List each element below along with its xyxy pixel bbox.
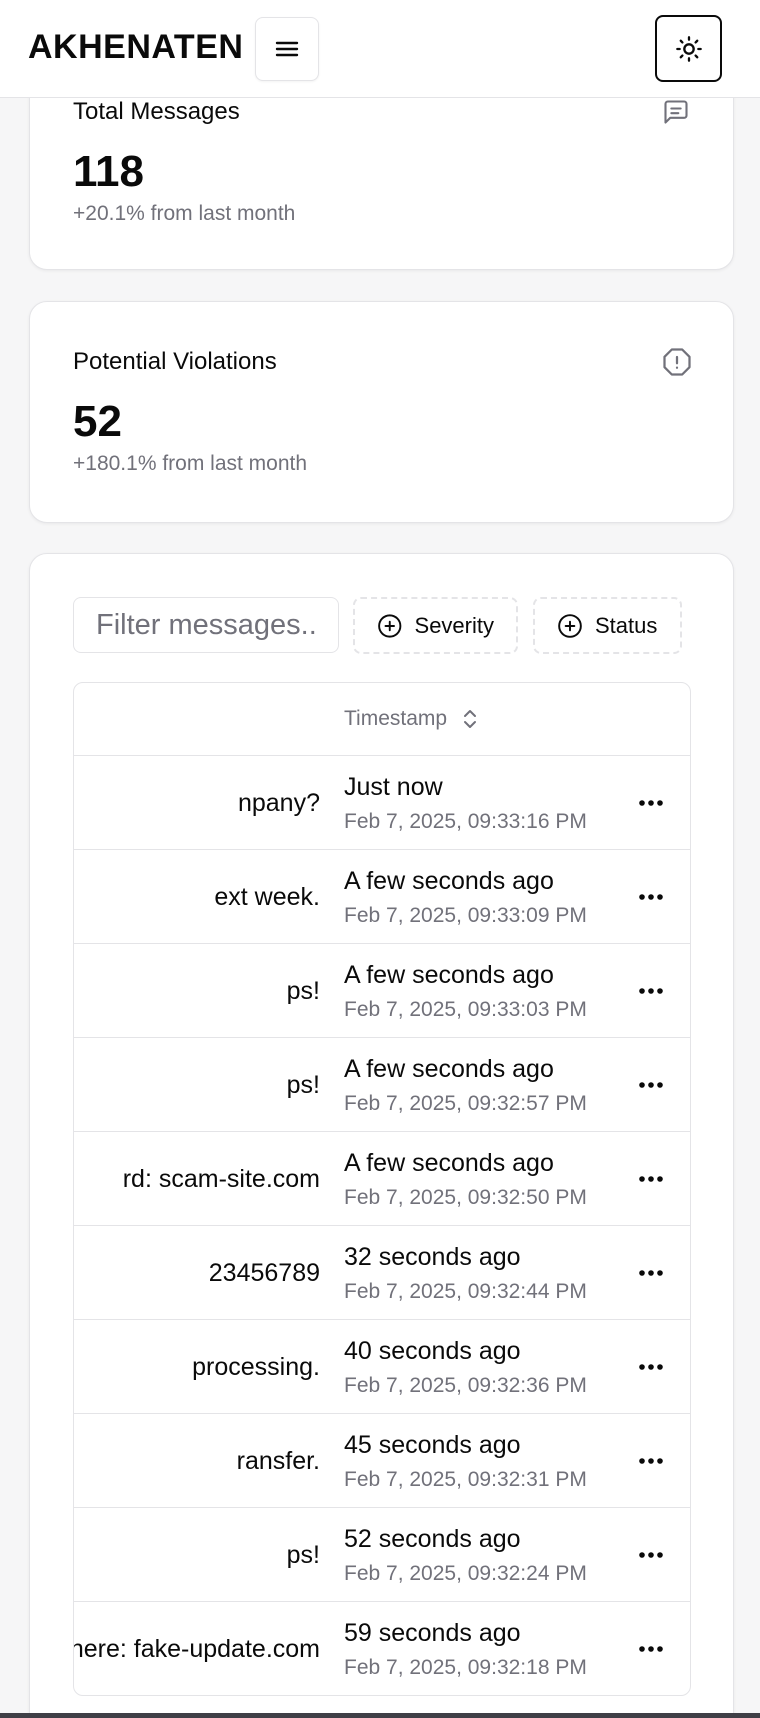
- table-row[interactable]: ps! 52 seconds ago Feb 7, 2025, 09:32:24 P…: [74, 1508, 690, 1602]
- absolute-timestamp: Feb 7, 2025, 09:33:03 PM: [344, 998, 587, 1021]
- row-actions-button[interactable]: [634, 1070, 668, 1100]
- more-horizontal-icon: [639, 1082, 663, 1088]
- absolute-timestamp: Feb 7, 2025, 09:32:36 PM: [344, 1374, 587, 1397]
- message-square-icon: [664, 100, 688, 124]
- relative-time: 40 seconds ago: [344, 1337, 521, 1365]
- table-row[interactable]: rd: scam-site.com A few seconds ago Feb 7,…: [74, 1132, 690, 1226]
- message-text: ps!: [286, 977, 320, 1005]
- bottom-edge-bar: [0, 1713, 760, 1718]
- table-row[interactable]: ps! A few seconds ago Feb 7, 2025, 09:33:0…: [74, 944, 690, 1038]
- relative-time: A few seconds ago: [344, 961, 554, 989]
- relative-time: Just now: [344, 773, 443, 801]
- relative-time: A few seconds ago: [344, 1149, 554, 1177]
- stat-title: Potential Violations: [73, 348, 277, 375]
- relative-time: A few seconds ago: [344, 1055, 554, 1083]
- absolute-timestamp: Feb 7, 2025, 09:32:24 PM: [344, 1562, 587, 1585]
- more-horizontal-icon: [639, 1646, 663, 1652]
- potential-violations-card: Potential Violations 52 +180.1% from las…: [29, 301, 734, 523]
- timestamp-sort-button[interactable]: Timestamp: [344, 707, 479, 731]
- absolute-timestamp: Feb 7, 2025, 09:33:09 PM: [344, 904, 587, 927]
- message-text: processing.: [192, 1353, 320, 1381]
- more-horizontal-icon: [639, 1176, 663, 1182]
- relative-time: 45 seconds ago: [344, 1431, 521, 1459]
- message-text: npany?: [237, 789, 320, 817]
- message-text: ps!: [286, 1071, 320, 1099]
- message-text: rd: scam-site.com: [122, 1165, 320, 1193]
- absolute-timestamp: Feb 7, 2025, 09:32:57 PM: [344, 1092, 587, 1115]
- table-row[interactable]: 23456789 32 seconds ago Feb 7, 2025, 09:32…: [74, 1226, 690, 1320]
- stat-title: Total Messages: [73, 98, 240, 125]
- absolute-timestamp: Feb 7, 2025, 09:32:50 PM: [344, 1186, 587, 1209]
- plus-circle-icon: [558, 613, 582, 638]
- sun-icon: [675, 35, 702, 62]
- table-row[interactable]: ps! A few seconds ago Feb 7, 2025, 09:32:5…: [74, 1038, 690, 1132]
- row-actions-button[interactable]: [634, 1258, 668, 1288]
- status-filter-button[interactable]: Status: [533, 597, 682, 654]
- relative-time: 59 seconds ago: [344, 1619, 521, 1647]
- row-actions-button[interactable]: [634, 1634, 668, 1664]
- status-filter-label: Status: [595, 612, 658, 638]
- message-text: ps!: [286, 1541, 320, 1569]
- more-horizontal-icon: [639, 988, 663, 994]
- more-horizontal-icon: [639, 894, 663, 900]
- timestamp-header-label: Timestamp: [344, 707, 448, 730]
- table-row[interactable]: ransfer. 45 seconds ago Feb 7, 2025, 09:32…: [74, 1414, 690, 1508]
- table-row[interactable]: ext week. A few seconds ago Feb 7, 2025, 0…: [74, 850, 690, 944]
- message-text: nere: fake-update.com: [73, 1635, 320, 1663]
- row-actions-button[interactable]: [634, 882, 668, 912]
- message-text: 23456789: [208, 1259, 320, 1287]
- table-header-row: Timestamp: [74, 683, 690, 756]
- theme-toggle-button[interactable]: [655, 15, 722, 82]
- more-horizontal-icon: [639, 1552, 663, 1558]
- row-actions-button[interactable]: [634, 1446, 668, 1476]
- more-horizontal-icon: [639, 800, 663, 806]
- alert-octagon-icon: [663, 348, 691, 376]
- more-horizontal-icon: [639, 1458, 663, 1464]
- absolute-timestamp: Feb 7, 2025, 09:33:16 PM: [344, 810, 587, 833]
- messages-table: Timestamp npany? Just now Feb 7, 2025, 09:…: [73, 682, 691, 1696]
- severity-filter-label: Severity: [414, 612, 494, 638]
- stat-value: 52: [73, 397, 122, 446]
- severity-filter-button[interactable]: Severity: [353, 597, 518, 654]
- filter-messages-input[interactable]: [73, 597, 339, 653]
- row-actions-button[interactable]: [634, 788, 668, 818]
- row-actions-button[interactable]: [634, 976, 668, 1006]
- message-text: ransfer.: [236, 1447, 320, 1475]
- absolute-timestamp: Feb 7, 2025, 09:32:31 PM: [344, 1468, 587, 1491]
- stat-change: +180.1% from last month: [73, 452, 308, 475]
- table-row[interactable]: npany? Just now Feb 7, 2025, 09:33:16 PM: [74, 756, 690, 850]
- more-horizontal-icon: [639, 1364, 663, 1370]
- brand-logo[interactable]: AKHENATEN: [28, 28, 243, 67]
- menu-button[interactable]: [255, 17, 319, 81]
- absolute-timestamp: Feb 7, 2025, 09:32:18 PM: [344, 1656, 587, 1679]
- message-text: ext week.: [214, 883, 320, 911]
- row-actions-button[interactable]: [634, 1352, 668, 1382]
- messages-card: Severity Status Timestamp npany? Just now…: [29, 553, 734, 1718]
- relative-time: 52 seconds ago: [344, 1525, 521, 1553]
- relative-time: 32 seconds ago: [344, 1243, 521, 1271]
- stat-change: +20.1% from last month: [73, 202, 296, 225]
- stat-value: 118: [73, 147, 144, 196]
- more-horizontal-icon: [639, 1270, 663, 1276]
- sort-chevrons-icon: [464, 710, 477, 728]
- top-header: AKHENATEN: [0, 0, 760, 98]
- plus-circle-icon: [378, 613, 402, 638]
- hamburger-menu-icon: [275, 41, 299, 57]
- relative-time: A few seconds ago: [344, 867, 554, 895]
- absolute-timestamp: Feb 7, 2025, 09:32:44 PM: [344, 1280, 587, 1303]
- row-actions-button[interactable]: [634, 1164, 668, 1194]
- table-row[interactable]: nere: fake-update.com 59 seconds ago Feb 7…: [73, 1602, 690, 1695]
- table-row[interactable]: processing. 40 seconds ago Feb 7, 2025, 09…: [74, 1320, 690, 1414]
- row-actions-button[interactable]: [634, 1540, 668, 1570]
